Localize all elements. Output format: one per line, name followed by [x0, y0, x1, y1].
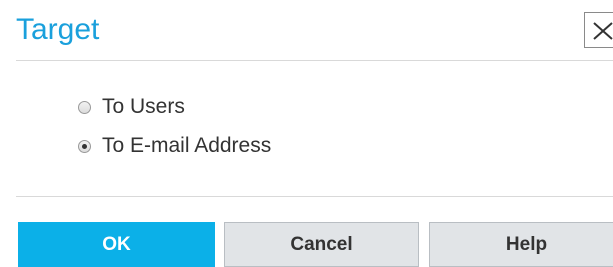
dialog-title: Target: [16, 13, 100, 46]
radio-label-to-email: To E-mail Address: [102, 134, 272, 157]
close-icon: [593, 22, 613, 40]
radio-button-to-email[interactable]: [78, 139, 91, 153]
radio-label-to-users: To Users: [102, 95, 185, 118]
footer-divider: [16, 196, 613, 197]
target-dialog: Target To Users To E-mail Address OK Can…: [0, 0, 613, 267]
close-button[interactable]: [584, 12, 613, 48]
cancel-button[interactable]: Cancel: [224, 222, 419, 267]
header-divider: [16, 60, 613, 61]
radio-option-to-email[interactable]: To E-mail Address: [78, 134, 271, 158]
ok-button[interactable]: OK: [18, 222, 215, 267]
radio-option-to-users[interactable]: To Users: [78, 95, 185, 119]
help-button[interactable]: Help: [429, 222, 613, 267]
radio-button-to-users[interactable]: [78, 100, 91, 114]
